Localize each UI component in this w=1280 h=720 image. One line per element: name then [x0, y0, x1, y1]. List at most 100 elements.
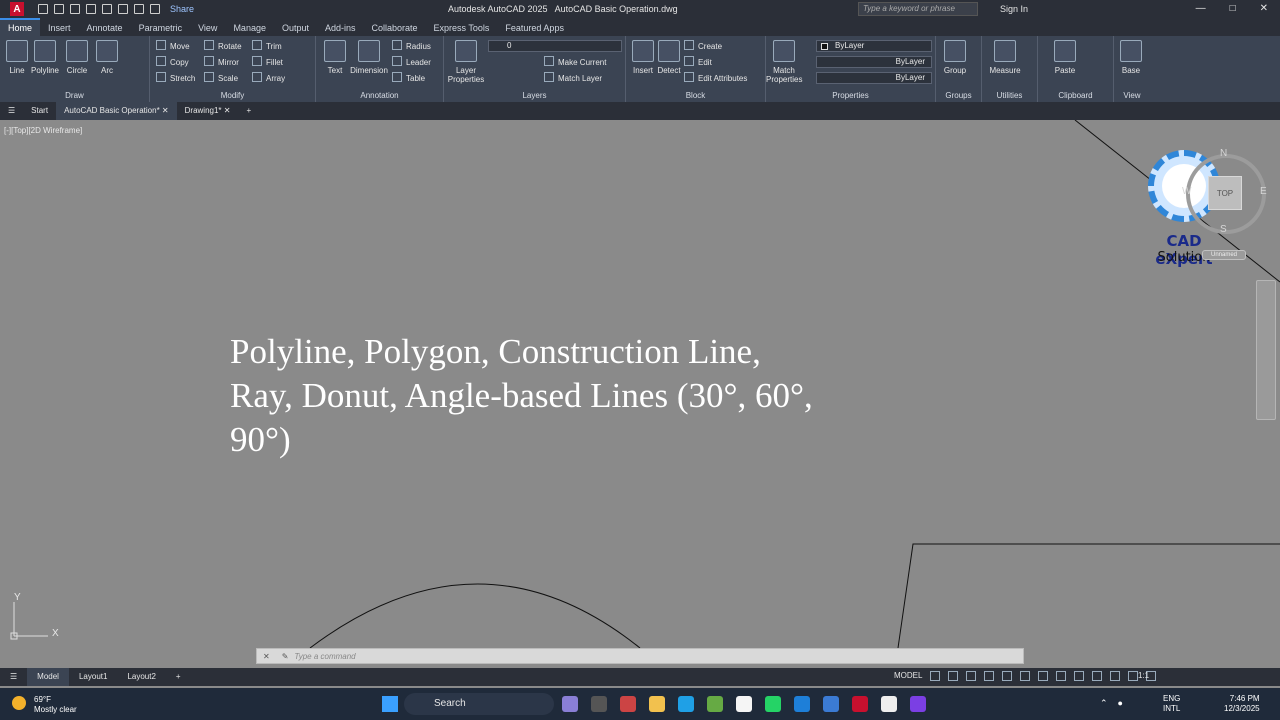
store-icon[interactable] — [823, 696, 839, 712]
lineweight-icon[interactable] — [1020, 671, 1030, 681]
clock[interactable]: 7:46 PM 12/3/2025 — [1224, 694, 1260, 714]
print-icon[interactable] — [118, 4, 128, 14]
video-editor-icon[interactable] — [910, 696, 926, 712]
detect-tool[interactable]: Detect — [652, 40, 686, 75]
file-explorer-icon[interactable] — [649, 696, 665, 712]
circle-tool[interactable]: Circle — [60, 40, 94, 75]
mic-icon[interactable]: ● — [1118, 698, 1123, 709]
trim-button[interactable]: Trim — [252, 40, 282, 52]
tab-annotate[interactable]: Annotate — [79, 20, 131, 36]
compass-south[interactable]: S — [1220, 224, 1227, 235]
close-icon[interactable]: ✕ — [1260, 3, 1268, 14]
tab-view[interactable]: View — [190, 20, 225, 36]
annotation-panel-title[interactable]: Annotation — [316, 91, 443, 100]
chatgpt-icon[interactable] — [881, 696, 897, 712]
help-search-input[interactable]: Type a keyword or phrase — [858, 2, 978, 16]
polar-icon[interactable] — [984, 671, 994, 681]
transparency-icon[interactable] — [1038, 671, 1048, 681]
copy-button[interactable]: Copy — [156, 56, 189, 68]
create-block-button[interactable]: Create — [684, 40, 722, 52]
annotation-scale[interactable]: 1:1 — [1138, 671, 1149, 680]
command-line[interactable]: ✕ ✎ Type a command — [256, 648, 1024, 664]
doc-tab-basic-operation[interactable]: AutoCAD Basic Operation* ✕ — [56, 102, 177, 120]
minimize-icon[interactable]: — — [1196, 3, 1206, 14]
properties-panel-title[interactable]: Properties — [766, 91, 935, 100]
new-tab-plus-icon[interactable]: + — [238, 102, 259, 120]
tab-parametric[interactable]: Parametric — [131, 20, 191, 36]
grid-icon[interactable] — [930, 671, 940, 681]
share-button[interactable]: Share — [170, 4, 194, 14]
groups-panel-title[interactable]: Groups — [936, 91, 981, 100]
radius-button[interactable]: Radius — [392, 40, 431, 52]
tab-layout2[interactable]: Layout2 — [117, 668, 165, 686]
compass-east[interactable]: E — [1260, 186, 1267, 197]
tab-addins[interactable]: Add-ins — [317, 20, 364, 36]
layout-menu-icon[interactable]: ☰ — [0, 668, 27, 686]
compass-north[interactable]: N — [1220, 148, 1227, 159]
open-file-icon[interactable] — [54, 4, 64, 14]
viewport-controls[interactable]: [-][Top][2D Wireframe] — [4, 126, 82, 135]
tab-home[interactable]: Home — [0, 18, 41, 36]
layers-panel-title[interactable]: Layers — [444, 91, 625, 100]
snap-icon[interactable] — [948, 671, 958, 681]
annotation-visibility-icon[interactable] — [1074, 671, 1084, 681]
chrome-icon[interactable] — [736, 696, 752, 712]
tab-collaborate[interactable]: Collaborate — [364, 20, 426, 36]
fillet-button[interactable]: Fillet — [252, 56, 283, 68]
task-view-icon[interactable] — [591, 696, 607, 712]
settings-app-icon[interactable] — [707, 696, 723, 712]
tab-output[interactable]: Output — [274, 20, 317, 36]
redo-icon[interactable] — [150, 4, 160, 14]
plot-icon[interactable] — [102, 4, 112, 14]
rotate-button[interactable]: Rotate — [204, 40, 242, 52]
tab-insert[interactable]: Insert — [40, 20, 79, 36]
close-tab-icon[interactable]: ✕ — [224, 106, 231, 115]
make-current-button[interactable]: Make Current — [544, 56, 606, 68]
match-properties-tool[interactable]: Match Properties — [766, 40, 802, 84]
osnap-icon[interactable] — [1002, 671, 1012, 681]
utilities-panel-title[interactable]: Utilities — [982, 91, 1037, 100]
selection-cycling-icon[interactable] — [1056, 671, 1066, 681]
edit-block-button[interactable]: Edit — [684, 56, 712, 68]
taskbar-search[interactable]: Search — [404, 693, 554, 715]
tab-manage[interactable]: Manage — [225, 20, 274, 36]
scale-button[interactable]: Scale — [204, 72, 238, 84]
table-button[interactable]: Table — [392, 72, 425, 84]
save-icon[interactable] — [70, 4, 80, 14]
viewcube[interactable]: TOP N S E W — [1180, 148, 1272, 240]
match-layer-button[interactable]: Match Layer — [544, 72, 602, 84]
input-language[interactable]: ENG INTL — [1163, 694, 1180, 714]
widget-app-icon[interactable] — [562, 696, 578, 712]
group-tool[interactable]: Group — [938, 40, 972, 75]
base-tool[interactable]: Base — [1114, 40, 1148, 75]
move-button[interactable]: Move — [156, 40, 190, 52]
tab-model[interactable]: Model — [27, 668, 69, 686]
app-menu-icon[interactable]: ☰ — [0, 102, 23, 120]
tab-express-tools[interactable]: Express Tools — [426, 20, 498, 36]
doc-tab-start[interactable]: Start — [23, 102, 56, 120]
add-layout-icon[interactable]: + — [166, 668, 191, 686]
lineweight-dropdown[interactable]: ByLayer — [816, 72, 932, 84]
clipboard-panel-title[interactable]: Clipboard — [1038, 91, 1113, 100]
undo-icon[interactable] — [134, 4, 144, 14]
paste-tool[interactable]: Paste — [1048, 40, 1082, 75]
dimension-tool[interactable]: Dimension — [350, 40, 388, 75]
autocad-taskbar-icon[interactable] — [852, 696, 868, 712]
text-tool[interactable]: Text — [318, 40, 352, 75]
workspace-gear-icon[interactable] — [1092, 671, 1102, 681]
stretch-button[interactable]: Stretch — [156, 72, 195, 84]
layer-properties-tool[interactable]: Layer Properties — [446, 40, 486, 84]
navigation-bar[interactable] — [1256, 280, 1276, 420]
snipping-tool-icon[interactable] — [620, 696, 636, 712]
command-customize-icon[interactable]: ✎ — [282, 652, 289, 661]
doc-tab-drawing1[interactable]: Drawing1* ✕ — [177, 102, 239, 120]
close-tab-icon[interactable]: ✕ — [162, 106, 169, 115]
measure-tool[interactable]: Measure — [988, 40, 1022, 75]
linetype-dropdown[interactable]: ByLayer — [816, 56, 932, 68]
polyline-tool[interactable]: Polyline — [28, 40, 62, 75]
color-dropdown[interactable]: ByLayer — [816, 40, 932, 52]
save-as-icon[interactable] — [86, 4, 96, 14]
fullscreen-icon[interactable] — [1128, 671, 1138, 681]
leader-button[interactable]: Leader — [392, 56, 431, 68]
new-file-icon[interactable] — [38, 4, 48, 14]
